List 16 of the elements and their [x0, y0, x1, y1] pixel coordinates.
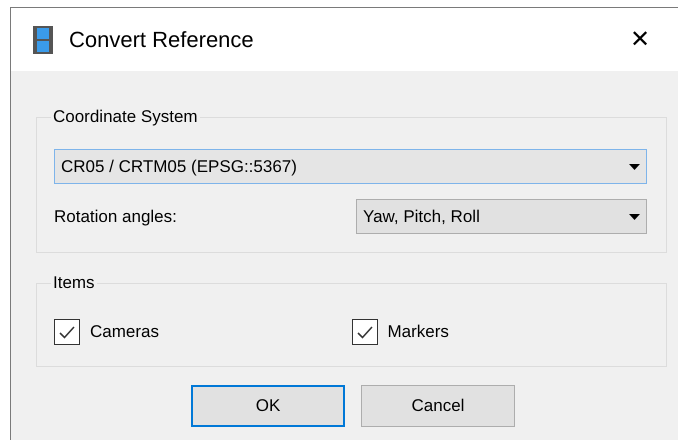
dropdown-caret-icon — [629, 164, 640, 170]
film-icon — [33, 26, 53, 54]
close-button[interactable]: ✕ — [630, 28, 650, 52]
checkbox[interactable] — [352, 319, 378, 345]
checkbox[interactable] — [54, 319, 80, 345]
window-title: Convert Reference — [69, 26, 254, 54]
checkbox-label: Cameras — [90, 321, 159, 344]
dropdown-caret-icon — [629, 214, 640, 220]
dialog-button[interactable]: OK — [191, 385, 345, 427]
field-label: Rotation angles: — [54, 206, 177, 228]
check-icon — [356, 326, 372, 338]
dialog-button[interactable]: Cancel — [361, 385, 515, 427]
dropdown[interactable]: Yaw, Pitch, Roll — [356, 199, 647, 234]
checkbox-label: Markers — [388, 321, 449, 344]
dropdown[interactable]: CR05 / CRTM05 (EPSG::5367) — [54, 149, 647, 184]
check-icon — [59, 326, 75, 338]
